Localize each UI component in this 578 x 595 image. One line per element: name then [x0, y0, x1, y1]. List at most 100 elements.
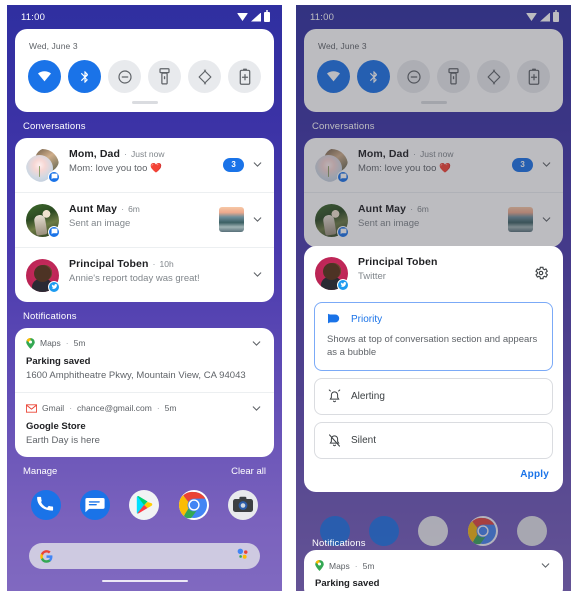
status-bar-icons [526, 10, 559, 22]
gmail-icon [26, 403, 37, 413]
camera-icon[interactable] [517, 516, 548, 546]
dnd-icon [117, 69, 132, 84]
phone-icon[interactable] [30, 490, 61, 520]
landscape-thumbnail[interactable] [508, 207, 533, 232]
notification-row-gmail[interactable]: Gmail · chance@gmail.com · 5m Google Sto… [15, 391, 274, 457]
assistant-icon[interactable] [236, 547, 249, 565]
unread-count-badge: 3 [223, 157, 244, 172]
qs-tile-auto-rotate[interactable] [477, 60, 510, 93]
avatar [26, 148, 60, 183]
qs-tile-wifi[interactable] [28, 60, 61, 93]
apply-button[interactable]: Apply [520, 469, 549, 480]
priority-flag-icon [328, 313, 340, 323]
messages-icon [48, 225, 60, 238]
chrome-icon[interactable] [178, 490, 209, 520]
notification-text: Earth Day is here [26, 434, 100, 446]
separator: · [69, 403, 73, 413]
conversation-row-principal-toben[interactable]: Principal Toben · 10h Annie's report tod… [15, 246, 274, 302]
gear-icon[interactable] [533, 265, 549, 281]
separator: · [121, 203, 125, 214]
play-store-icon[interactable] [418, 516, 449, 546]
option-alerting[interactable]: Alerting [314, 378, 553, 416]
phone-right: 11:00 Wed, June 3 Conversations Mom, Dad… [289, 0, 578, 595]
battery-saver-icon [239, 68, 250, 85]
battery-saver-icon [528, 68, 539, 85]
manage-button[interactable]: Manage [23, 466, 57, 477]
google-search-bar[interactable] [29, 543, 260, 569]
qs-tile-dnd[interactable] [108, 60, 141, 93]
qs-tile-flashlight[interactable] [437, 60, 470, 93]
qs-drag-handle[interactable] [131, 101, 158, 104]
separator: · [412, 148, 416, 159]
qs-tile-flashlight[interactable] [148, 60, 181, 93]
notification-title: Parking saved [26, 355, 91, 367]
qs-tile-battery-saver[interactable] [228, 60, 261, 93]
avatar [315, 203, 349, 238]
option-priority[interactable]: Priority Shows at top of conversation se… [314, 301, 553, 372]
google-g-icon [40, 549, 53, 563]
conversations-card: Mom, Dad · Just now Mom: love you too ❤️… [15, 137, 274, 302]
notification-app: Maps [40, 338, 61, 348]
messages-icon [337, 170, 349, 183]
conversation-message: Sent an image [358, 217, 420, 229]
notification-app: Gmail [42, 403, 65, 413]
chrome-icon[interactable] [467, 516, 498, 546]
wifi-icon [237, 13, 248, 21]
chevron-down-icon[interactable] [540, 158, 553, 171]
status-bar-time: 11:00 [21, 11, 46, 23]
conversation-message: Annie's report today was great! [69, 272, 200, 284]
separator: · [123, 148, 127, 159]
status-bar: 11:00 [296, 5, 571, 29]
screenshot-root: 11:00 Wed, June 3 Conversations Mom, Dad… [0, 0, 578, 595]
notification-row-maps[interactable]: Maps · 5m Parking saved 1600 Amphitheatr… [15, 328, 274, 392]
conversation-row-aunt-may[interactable]: Aunt May · 6m Sent an image [15, 191, 274, 247]
separator: · [65, 338, 69, 348]
chevron-down-icon[interactable] [539, 559, 552, 572]
conversation-name: Aunt May [358, 202, 407, 215]
wifi-icon [38, 71, 51, 82]
avatar [315, 256, 349, 291]
qs-tile-bluetooth[interactable] [68, 60, 101, 93]
auto-rotate-icon [487, 69, 500, 84]
conversation-time: 10h [159, 258, 174, 269]
chevron-down-icon[interactable] [251, 213, 264, 226]
notification-title: Google Store [26, 420, 86, 432]
phone-left: 11:00 Wed, June 3 Conversations Mom, Dad… [0, 0, 289, 595]
qs-drag-handle[interactable] [420, 101, 447, 104]
chevron-down-icon[interactable] [251, 268, 264, 281]
chevron-down-icon[interactable] [251, 158, 264, 171]
notification-time: 5m [73, 338, 86, 348]
conversation-name: Aunt May [69, 202, 118, 215]
separator: · [354, 560, 358, 571]
qs-tile-bluetooth[interactable] [357, 60, 390, 93]
shade-footer: Manage Clear all [7, 457, 282, 477]
battery-icon [553, 10, 559, 22]
conversation-row-aunt-may[interactable]: Aunt May · 6m Sent an image [304, 191, 563, 247]
status-bar-icons [237, 10, 270, 22]
home-gesture-bar[interactable] [101, 579, 188, 582]
qs-tile-wifi[interactable] [317, 60, 350, 93]
battery-icon [264, 10, 270, 22]
clear-all-button[interactable]: Clear all [231, 466, 266, 477]
option-silent[interactable]: Silent [314, 422, 553, 460]
messages-icon [48, 170, 60, 183]
landscape-thumbnail[interactable] [219, 207, 244, 232]
option-description: Shows at top of conversation section and… [327, 333, 538, 359]
notification-account: chance@gmail.com [77, 403, 152, 413]
camera-icon[interactable] [228, 490, 259, 520]
section-header-notifications: Notifications [23, 310, 77, 322]
qs-tile-auto-rotate[interactable] [188, 60, 221, 93]
qs-tile-dnd[interactable] [397, 60, 430, 93]
chevron-down-icon[interactable] [540, 213, 553, 226]
avatar [315, 148, 349, 183]
conversation-row-mom-dad[interactable]: Mom, Dad · Just now Mom: love you too ❤️… [15, 138, 274, 192]
messages-icon[interactable] [369, 516, 400, 546]
chevron-down-icon[interactable] [250, 337, 263, 350]
avatar [26, 258, 60, 293]
chevron-down-icon[interactable] [250, 402, 263, 415]
qs-tile-battery-saver[interactable] [517, 60, 550, 93]
conversation-row-mom-dad[interactable]: Mom, Dad · Just now Mom: love you too ❤️… [304, 138, 563, 192]
play-store-icon[interactable] [129, 490, 160, 520]
notification-row-maps[interactable]: Maps · 5m Parking saved [304, 550, 563, 591]
messages-icon[interactable] [80, 490, 111, 520]
